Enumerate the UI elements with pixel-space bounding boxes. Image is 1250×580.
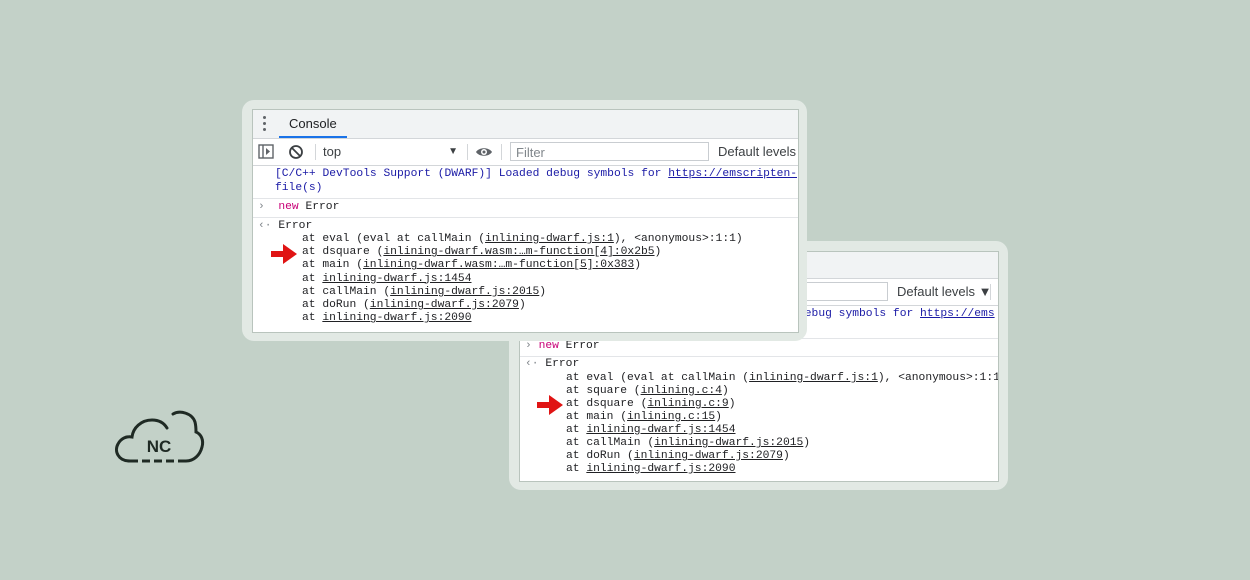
highlight-arrow-icon — [536, 394, 564, 421]
live-expression-eye-icon[interactable] — [475, 139, 493, 165]
clear-console-icon[interactable] — [288, 139, 304, 165]
stack-frame-text: at — [302, 272, 323, 285]
stack-frame-text: ), <anonymous>:1:1) — [613, 233, 743, 245]
stack-frame-text: at dsquare ( — [566, 398, 648, 410]
stack-frame-text: ) — [518, 299, 526, 311]
stack-frame-row: at callMain (inlining-dwarf.js:2015) — [566, 437, 810, 449]
source-location-link[interactable]: inlining-dwarf.js:1 — [749, 372, 878, 384]
source-location-link[interactable]: inlining-dwarf.js:1454 — [322, 273, 471, 285]
dropdown-arrow-icon: ▼ — [448, 146, 458, 157]
default-levels-dropdown[interactable]: Default levels ▼ — [897, 279, 992, 305]
stack-frame-text: ) — [539, 285, 547, 298]
source-location-link[interactable]: inlining.c:4 — [641, 385, 722, 397]
source-location-link[interactable]: inlining-dwarf.js:2015 — [654, 437, 803, 449]
stack-frame-text: at doRun ( — [302, 299, 370, 311]
stack-frame-row: at doRun (inlining-dwarf.js:2079) — [566, 450, 790, 462]
logo-text: NC — [147, 437, 172, 456]
command-input-line: › new Error — [258, 201, 340, 213]
result-line: ‹· Error — [258, 220, 313, 232]
stack-frame-row: at inlining-dwarf.js:2090 — [302, 312, 472, 324]
stack-frame-text: ), <anonymous>:1:1) — [877, 372, 999, 384]
stack-frame-text: at main ( — [566, 411, 628, 423]
stack-frame-text: ) — [634, 259, 641, 272]
stack-frame-text: at — [302, 312, 323, 325]
dwarf-log-wrap: file(s) — [275, 182, 323, 194]
stack-frame-text: at eval (eval at callMain ( — [302, 233, 486, 245]
prompt-chevron-icon: › — [525, 340, 532, 352]
source-location-link[interactable]: inlining.c:9 — [647, 398, 728, 410]
stack-frame-row: at square (inlining.c:4) — [566, 385, 729, 397]
stack-frame-text: at dsquare ( — [302, 246, 384, 259]
stack-frame-text: ) — [654, 246, 662, 259]
dwarf-link[interactable]: https://ems — [920, 308, 995, 320]
context-selector[interactable]: top ▼ — [323, 139, 458, 165]
console-toolbar: top ▼ Filter Default levels — [253, 139, 798, 166]
stack-frame-text: ) — [803, 437, 811, 449]
devtools-console-panel-1: Console top ▼ Filter Default levels [C/C… — [252, 109, 799, 333]
command-input-line: › new Error — [525, 340, 600, 352]
toolbar-divider — [990, 284, 991, 300]
tab-bar: Console — [253, 110, 798, 139]
stack-frame-text: at eval (eval at callMain ( — [566, 372, 750, 384]
sidebar-toggle-icon[interactable] — [258, 139, 274, 165]
prompt-chevron-icon: › — [258, 201, 265, 213]
source-location-link[interactable]: inlining-dwarf.js:1 — [485, 233, 614, 245]
dwarf-log-message: [C/C++ DevTools Support (DWARF)] Loaded … — [275, 168, 798, 180]
source-location-link[interactable]: inlining-dwarf.js:2015 — [390, 286, 539, 298]
stack-frame-row: at eval (eval at callMain (inlining-dwar… — [566, 372, 999, 384]
stack-frame-text: ) — [782, 450, 790, 462]
stack-frame-text: at doRun ( — [566, 450, 634, 462]
stack-frame-text: ) — [728, 398, 736, 410]
stack-frame-text: at callMain ( — [302, 285, 391, 298]
result-arrow-icon: ‹· — [258, 220, 272, 232]
highlight-arrow-icon — [270, 243, 298, 270]
source-location-link[interactable]: inlining.c:15 — [627, 411, 715, 423]
source-location-link[interactable]: inlining-dwarf.js:2090 — [322, 312, 471, 324]
stack-frame-row: at doRun (inlining-dwarf.js:2079) — [302, 299, 526, 311]
stack-frame-text: at — [566, 424, 587, 436]
stack-frame-text: at square ( — [566, 385, 641, 397]
stack-frame-text: at main ( — [302, 259, 364, 272]
dwarf-link[interactable]: https://emscripten- — [668, 168, 797, 180]
filter-input[interactable]: Filter — [510, 142, 709, 161]
source-location-link[interactable]: inlining-dwarf.js:1454 — [586, 424, 735, 436]
source-location-link[interactable]: inlining-dwarf.js:2090 — [586, 463, 735, 475]
stack-frame-text: ) — [721, 385, 729, 397]
source-location-link[interactable]: inlining-dwarf.js:2079 — [370, 299, 519, 311]
stack-frame-row: at callMain (inlining-dwarf.js:2015) — [302, 286, 546, 298]
result-arrow-icon: ‹· — [525, 358, 539, 370]
stack-frame-text: at — [566, 463, 587, 475]
stack-frame-row: at dsquare (inlining.c:9) — [566, 398, 736, 410]
stack-frame-row: at main (inlining.c:15) — [566, 411, 722, 423]
stack-frame-text: at callMain ( — [566, 437, 655, 449]
stack-frame-row: at inlining-dwarf.js:1454 — [302, 273, 472, 285]
stack-frame-text: ) — [715, 411, 722, 423]
result-line: ‹· Error — [525, 358, 580, 370]
stack-frame-row: at inlining-dwarf.js:2090 — [566, 463, 736, 475]
dwarf-log-message: debug symbols for https://ems — [798, 308, 995, 320]
tab-console[interactable]: Console — [279, 110, 347, 138]
stack-frame-row: at inlining-dwarf.js:1454 — [566, 424, 736, 436]
stack-frame-row: at eval (eval at callMain (inlining-dwar… — [302, 233, 743, 245]
more-options-icon[interactable] — [263, 116, 267, 132]
stack-frame-row: at main (inlining-dwarf.wasm:…m-function… — [302, 259, 641, 271]
source-location-link[interactable]: inlining-dwarf.wasm:…m-function[4]:0x2b5 — [383, 246, 654, 258]
source-location-link[interactable]: inlining-dwarf.wasm:…m-function[5]:0x383 — [363, 259, 634, 271]
default-levels-dropdown[interactable]: Default levels — [718, 139, 796, 165]
nc-cloud-logo: NC — [112, 406, 206, 471]
source-location-link[interactable]: inlining-dwarf.js:2079 — [634, 450, 783, 462]
stack-frame-row: at dsquare (inlining-dwarf.wasm:…m-funct… — [302, 246, 661, 258]
